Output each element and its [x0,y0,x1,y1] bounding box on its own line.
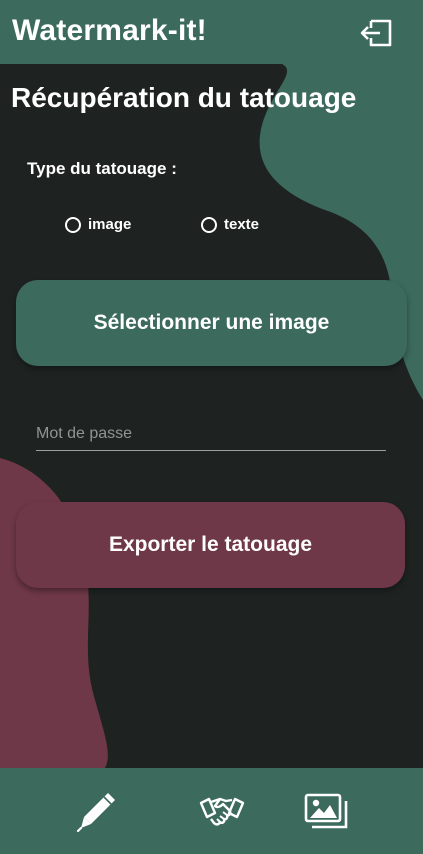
app-bar: Watermark-it! [0,0,423,64]
radio-image[interactable]: image [65,216,131,233]
radio-circle-icon [201,216,217,233]
logout-icon [360,19,392,47]
logout-button[interactable] [356,14,396,52]
radio-text-label: texte [224,216,260,233]
radio-circle-icon [65,216,81,233]
select-image-button[interactable]: Sélectionner une image [16,280,407,366]
password-placeholder: Mot de passe [36,425,133,442]
page-title: Récupération du tatouage [11,82,357,113]
nav-item-gallery[interactable] [301,786,351,836]
nav-item-write[interactable] [72,786,122,836]
pen-icon [76,793,115,833]
images-icon [304,793,348,829]
nav-item-handshake[interactable] [197,786,247,836]
export-watermark-button[interactable]: Exporter le tatouage [16,502,405,588]
radio-text[interactable]: texte [201,216,259,233]
handshake-icon [199,797,245,826]
app-title: Watermark-it! [12,14,207,47]
radio-image-label: image [88,216,132,233]
bottom-nav [0,768,423,854]
password-field[interactable]: Mot de passe [36,420,386,451]
watermark-type-label: Type du tatouage : [27,159,177,178]
